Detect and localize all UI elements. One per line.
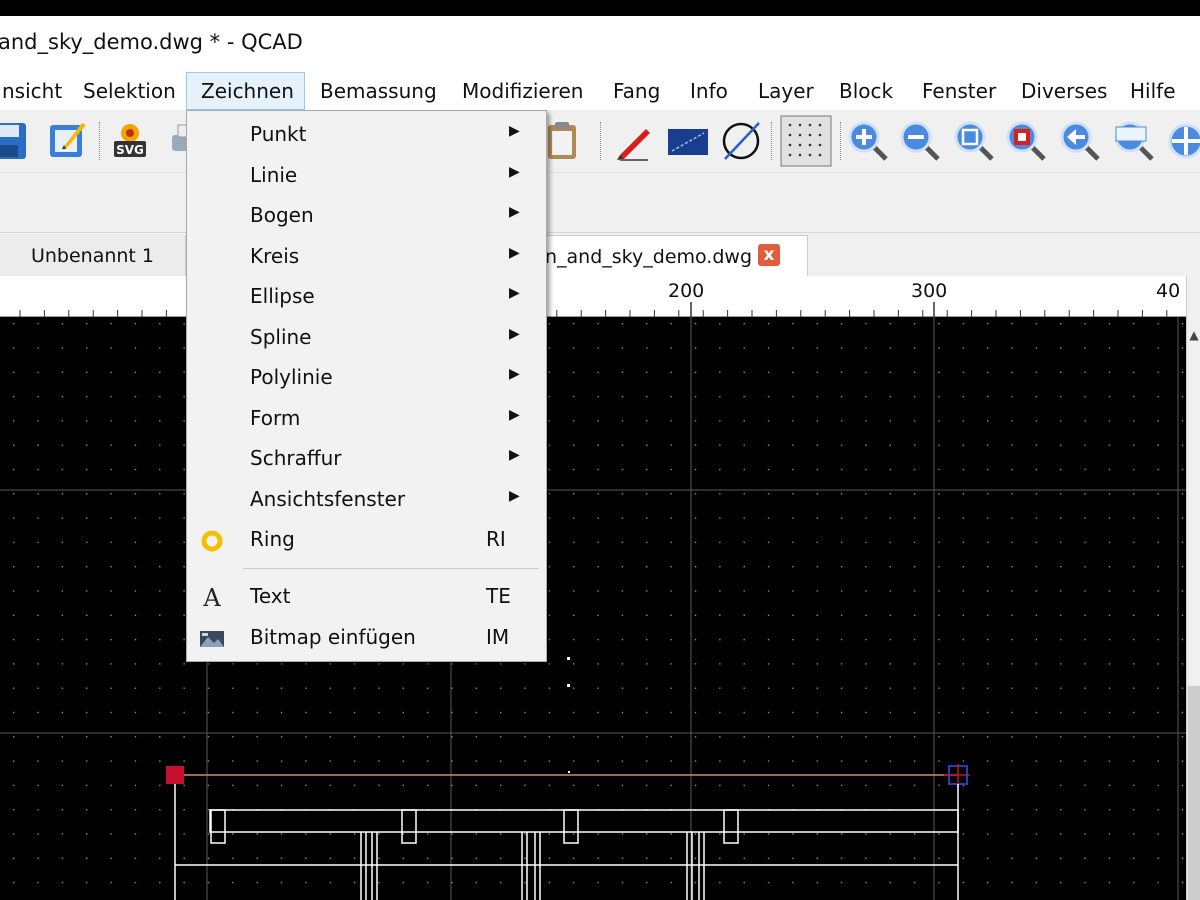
tab-close-icon[interactable]: x	[758, 244, 780, 266]
tab-label: n_and_sky_demo.dwg	[545, 246, 753, 268]
zoom-auto-icon[interactable]	[952, 119, 996, 163]
zeichnen-dropdown-menu: Punkt ▶ Linie ▶ Bogen ▶ Kreis ▶ Ellipse …	[186, 110, 547, 662]
scroll-up-icon[interactable]: ▲	[1187, 328, 1200, 342]
submenu-arrow-icon: ▶	[509, 407, 520, 423]
submenu-arrow-icon: ▶	[509, 447, 520, 463]
menu-separator	[243, 568, 539, 569]
drawing-svg	[0, 317, 1186, 900]
cad-entities	[166, 657, 970, 900]
menu-ansicht[interactable]: nsicht	[0, 72, 76, 110]
menu-block[interactable]: Block	[825, 72, 907, 110]
menu-item-kreis[interactable]: Kreis ▶	[187, 238, 546, 278]
zoom-out-icon[interactable]	[898, 119, 942, 163]
zoom-window-icon[interactable]	[1004, 119, 1048, 163]
menu-hilfe[interactable]: Hilfe	[1116, 72, 1190, 110]
edit-icon[interactable]	[46, 119, 90, 163]
menu-item-ellipse[interactable]: Ellipse ▶	[187, 278, 546, 318]
pan-icon[interactable]	[1164, 119, 1200, 163]
submenu-arrow-icon: ▶	[509, 488, 520, 504]
menu-modifizieren[interactable]: Modifizieren	[448, 72, 597, 110]
pencil-icon[interactable]	[612, 119, 656, 163]
screen-top-edge	[0, 0, 1200, 16]
menu-layer[interactable]: Layer	[744, 72, 828, 110]
save-icon[interactable]	[0, 119, 30, 163]
menu-item-spline[interactable]: Spline ▶	[187, 319, 546, 359]
vertical-scrollbar[interactable]: ▲	[1186, 276, 1200, 900]
small-marks	[567, 657, 570, 773]
menu-item-ring[interactable]: Ring RI	[187, 521, 546, 561]
main-toolbar: SVG	[0, 110, 1200, 172]
submenu-arrow-icon: ▶	[509, 123, 520, 139]
menu-bemassung[interactable]: Bemassung	[306, 72, 451, 110]
grid-icon[interactable]	[780, 115, 832, 167]
window-title: and_sky_demo.dwg * - QCAD	[0, 30, 303, 54]
horizontal-ruler: 200 300 40	[0, 276, 1188, 317]
menu-fenster[interactable]: Fenster	[908, 72, 1010, 110]
ruler-label-200: 200	[668, 280, 705, 302]
menu-item-text[interactable]: A Text TE	[187, 578, 546, 618]
toolbar-separator	[840, 122, 841, 160]
grip-start[interactable]	[166, 766, 184, 784]
secondary-toolbar	[0, 172, 1200, 232]
zoom-in-icon[interactable]	[846, 119, 890, 163]
draft-icon[interactable]	[666, 119, 710, 163]
submenu-arrow-icon: ▶	[509, 366, 520, 382]
building-outline[interactable]	[174, 784, 959, 900]
ruler-label-300: 300	[911, 280, 948, 302]
tab-label: Unbenannt 1	[30, 245, 155, 267]
menu-item-linie[interactable]: Linie ▶	[187, 157, 546, 197]
svg-label: SVG	[116, 143, 144, 157]
menu-item-polylinie[interactable]: Polylinie ▶	[187, 359, 546, 399]
menu-zeichnen[interactable]: Zeichnen	[186, 72, 305, 110]
menu-item-bitmap[interactable]: Bitmap einfügen IM	[187, 619, 546, 659]
submenu-arrow-icon: ▶	[509, 204, 520, 220]
menu-item-bogen[interactable]: Bogen ▶	[187, 197, 546, 237]
ruler-label-400: 40	[1156, 280, 1181, 302]
text-icon: A	[203, 584, 221, 612]
bitmap-icon	[200, 631, 224, 647]
menu-bar: nsicht Selektion Zeichnen Bemassung Modi…	[0, 72, 1200, 110]
zoom-selection-icon[interactable]	[1112, 119, 1156, 163]
submenu-arrow-icon: ▶	[509, 164, 520, 180]
svg-export-icon[interactable]: SVG	[108, 119, 152, 163]
scrollbar-thumb[interactable]	[1188, 686, 1200, 900]
shortcut-te: TE	[486, 584, 511, 608]
toolbar-separator	[600, 122, 601, 160]
menu-info[interactable]: Info	[676, 72, 742, 110]
zoom-previous-icon[interactable]	[1058, 119, 1102, 163]
menu-fang[interactable]: Fang	[599, 72, 674, 110]
submenu-arrow-icon: ▶	[509, 245, 520, 261]
document-tab-bar: Unbenannt 1 n_and_sky_demo.dwg x	[0, 232, 1200, 277]
menu-selektion[interactable]: Selektion	[69, 72, 190, 110]
title-bar: and_sky_demo.dwg * - QCAD	[0, 16, 1200, 72]
submenu-arrow-icon: ▶	[509, 326, 520, 342]
submenu-arrow-icon: ▶	[509, 285, 520, 301]
major-grid-lines	[0, 317, 1186, 900]
ring-icon	[201, 530, 223, 552]
circle-slash-icon[interactable]	[719, 119, 763, 163]
shortcut-im: IM	[486, 625, 510, 649]
ruler-ticks	[19, 302, 1168, 317]
menu-item-ansichtsfenster[interactable]: Ansichtsfenster ▶	[187, 481, 546, 521]
tab-unbenannt-1[interactable]: Unbenannt 1	[0, 235, 186, 277]
menu-diverses[interactable]: Diverses	[1007, 72, 1121, 110]
menu-item-schraffur[interactable]: Schraffur ▶	[187, 440, 546, 480]
drawing-canvas[interactable]	[0, 317, 1186, 900]
shortcut-ri: RI	[486, 527, 506, 551]
toolbar-separator	[99, 122, 100, 160]
menu-item-form[interactable]: Form ▶	[187, 400, 546, 440]
menu-item-punkt[interactable]: Punkt ▶	[187, 116, 546, 156]
toolbar-separator	[771, 122, 772, 160]
